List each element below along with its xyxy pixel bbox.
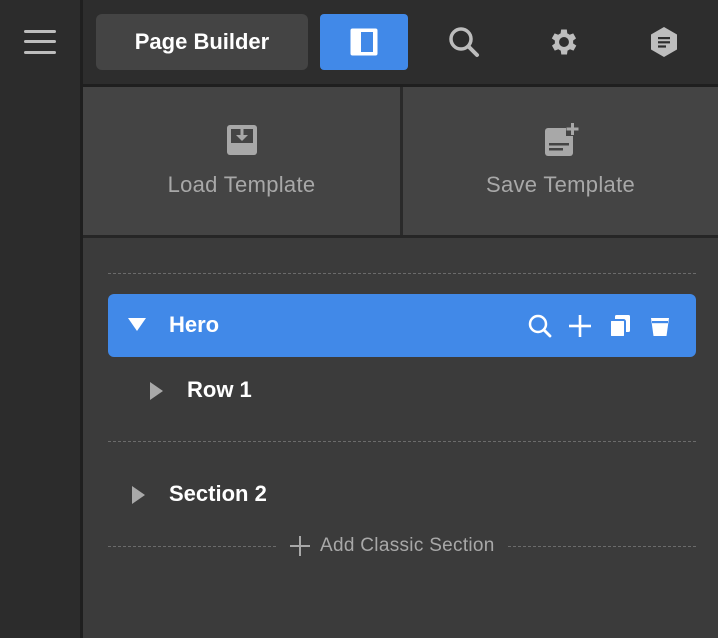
template-actions: Load Template Save Template bbox=[83, 87, 718, 238]
delete-icon[interactable] bbox=[646, 312, 674, 340]
note-add-icon bbox=[541, 120, 581, 160]
duplicate-icon[interactable] bbox=[606, 312, 634, 340]
load-template-button[interactable]: Load Template bbox=[83, 87, 400, 235]
download-tray-icon bbox=[222, 120, 262, 160]
layer-item-hero[interactable]: Hero bbox=[108, 294, 696, 357]
page-info-icon[interactable] bbox=[644, 22, 684, 62]
load-template-label: Load Template bbox=[167, 172, 316, 197]
section-divider bbox=[108, 273, 696, 274]
top-toolbar: Page Builder bbox=[83, 0, 718, 87]
search-icon[interactable] bbox=[444, 22, 484, 62]
left-rail bbox=[0, 0, 83, 638]
layer-item-row-1[interactable]: Row 1 bbox=[148, 371, 348, 411]
add-classic-section-label: Add Classic Section bbox=[320, 535, 495, 556]
settings-gear-icon[interactable] bbox=[544, 22, 584, 62]
save-template-button[interactable]: Save Template bbox=[403, 87, 718, 235]
save-template-label: Save Template bbox=[485, 172, 636, 197]
panel-layout-icon bbox=[350, 28, 378, 56]
plus-icon bbox=[290, 536, 310, 556]
panel-layout-toggle-button[interactable] bbox=[320, 14, 408, 70]
caret-right-icon[interactable] bbox=[150, 382, 163, 400]
hamburger-menu-icon[interactable] bbox=[24, 28, 56, 56]
caret-right-icon[interactable] bbox=[132, 486, 145, 504]
layer-item-section-2[interactable]: Section 2 bbox=[130, 475, 370, 515]
page-builder-button[interactable]: Page Builder bbox=[96, 14, 308, 70]
layer-label-hero: Hero bbox=[169, 312, 220, 337]
add-classic-section-button[interactable]: Add Classic Section bbox=[278, 530, 507, 562]
section-divider bbox=[108, 441, 696, 442]
search-icon[interactable] bbox=[526, 312, 554, 340]
caret-down-icon[interactable] bbox=[128, 318, 146, 331]
add-icon[interactable] bbox=[566, 312, 594, 340]
layer-label-row-1: Row 1 bbox=[187, 377, 252, 402]
layer-label-section-2: Section 2 bbox=[169, 481, 267, 506]
